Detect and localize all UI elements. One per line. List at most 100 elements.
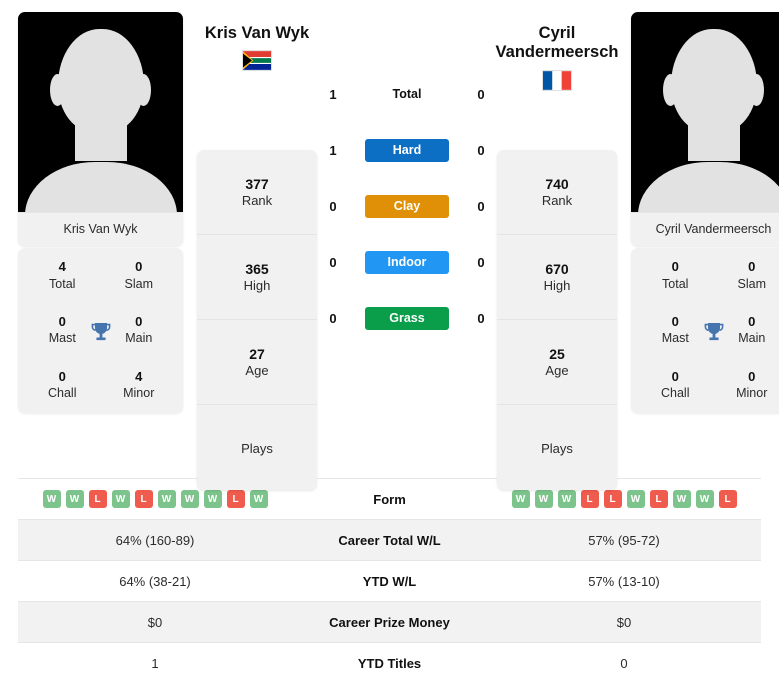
form-badge-loss: L [580,490,599,508]
right-player-avatar [631,12,779,212]
table-row-career-prize-money: $0 Career Prize Money $0 [18,601,761,642]
table-row-career-total-wl: 64% (160-89) Career Total W/L 57% (95-72… [18,519,761,560]
left-surface-indoor-value: 0 [329,254,337,270]
right-titles-minor: 0 Minor [736,368,768,401]
right-player-photo-card[interactable]: Cyril Vandermeersch [631,12,779,246]
surface-row-clay: 0 Clay 0 [317,178,497,234]
left-surface-clay-value: 0 [329,198,337,214]
right-player-heading: Cyril Vandermeersch [492,24,622,90]
right-titles-total: 0 Total [662,259,689,291]
left-player-heading: Kris Van Wyk [192,24,322,71]
right-career-total-wl: 57% (95-72) [588,532,660,548]
table-label-career-prize-money: Career Prize Money [329,614,450,630]
right-ytd-titles: 0 [620,655,628,671]
form-badge-win: W [42,490,61,508]
left-player-column: Kris Van Wyk 4 Total 0 Slam 0 Mast 0 Mai… [18,12,183,414]
surface-row-indoor: 0 Indoor 0 [317,234,497,290]
left-titles-total: 4 Total [49,259,76,291]
left-player-photo-caption: Kris Van Wyk [18,212,183,246]
form-badge-loss: L [718,490,737,508]
avatar-body-icon [637,162,779,212]
avatar-ear-right-icon [136,74,151,106]
france-flag-icon [543,70,571,90]
surface-badge-hard[interactable]: Hard [365,138,449,162]
left-stat-age: 27 Age [197,320,317,405]
form-badge-loss: L [134,490,153,508]
surface-row-grass: 0 Grass 0 [317,290,497,346]
right-player-titles-card: 0 Total 0 Slam 0 Mast 0 Main 0 Chall 0 M… [631,248,779,414]
left-titles-slam: 0 Slam [124,259,153,291]
right-player-column: Cyril Vandermeersch 0 Total 0 Slam 0 Mas… [631,12,779,414]
table-row-ytd-titles: 1 YTD Titles 0 [18,642,761,683]
right-ytd-wl: 57% (13-10) [588,573,660,589]
left-titles-chall: 0 Chall [48,368,77,401]
trophy-icon [91,322,110,340]
table-label-form: Form [373,491,406,507]
right-stat-rank: 740 Rank [497,150,617,235]
form-badge-win: W [626,490,645,508]
form-badge-win: W [65,490,84,508]
left-player-name: Kris Van Wyk [204,24,310,42]
table-row-ytd-wl: 64% (38-21) YTD W/L 57% (13-10) [18,560,761,601]
left-ytd-titles: 1 [151,655,159,671]
left-titles-minor: 4 Minor [123,368,155,401]
right-surface-clay-value: 0 [477,198,485,214]
surface-badge-clay[interactable]: Clay [365,194,449,218]
left-career-prize-money: $0 [147,614,163,630]
right-surface-indoor-value: 0 [477,254,485,270]
surface-badge-indoor[interactable]: Indoor [365,250,449,274]
right-stat-age: 25 Age [497,320,617,405]
form-badge-loss: L [88,490,107,508]
south-africa-flag-icon [243,51,271,71]
form-badge-loss: L [649,490,668,508]
avatar-ear-left-icon [663,74,678,106]
surface-badge-grass[interactable]: Grass [365,306,449,330]
surface-row-hard: 1 Hard 0 [317,122,497,178]
left-stat-card: 377 Rank 365 High 27 Age Plays [197,150,317,490]
left-stat-column: Kris Van Wyk 377 Rank 365 High 27 Age Pl… [197,24,317,490]
table-row-form: WWLWLWWWLW Form WWWLLWLWWL [18,478,761,519]
left-stat-high: 365 High [197,235,317,320]
right-stat-column: Cyril Vandermeersch 740 Rank 670 High 25 [496,24,618,490]
form-badge-loss: L [603,490,622,508]
surface-comparison-column: 1 Total 0 1 Hard 0 0 Clay 0 0 Indoor 0 0 [317,12,497,346]
player-comparison-page: Kris Van Wyk 4 Total 0 Slam 0 Mast 0 Mai… [0,0,779,699]
table-label-career-total-wl: Career Total W/L [338,532,441,548]
avatar-neck-icon [74,117,127,161]
form-badge-loss: L [226,490,245,508]
left-career-total-wl: 64% (160-89) [115,532,195,548]
surface-row-total: 1 Total 0 [317,66,497,122]
trophy-icon [704,322,723,340]
right-form-badges: WWWLLWLWWL [487,490,761,508]
left-form-badges: WWLWLWWWLW [18,490,292,508]
right-stat-high: 670 High [497,235,617,320]
left-surface-hard-value: 1 [329,142,337,158]
form-badge-win: W [203,490,222,508]
right-player-name: Cyril Vandermeersch [495,24,619,62]
table-label-ytd-titles: YTD Titles [357,655,422,671]
form-badge-win: W [180,490,199,508]
form-badge-win: W [672,490,691,508]
form-badge-win: W [249,490,268,508]
left-player-titles-card: 4 Total 0 Slam 0 Mast 0 Main 0 Chall 4 M… [18,248,183,414]
right-surface-grass-value: 0 [477,310,485,326]
left-player-avatar [18,12,183,212]
form-badge-win: W [695,490,714,508]
left-surface-grass-value: 0 [329,310,337,326]
avatar-body-icon [24,162,177,212]
right-stat-card: 740 Rank 670 High 25 Age Plays [497,150,617,490]
right-titles-chall: 0 Chall [661,368,690,401]
right-surface-hard-value: 0 [477,142,485,158]
table-label-ytd-wl: YTD W/L [362,573,417,589]
surface-label-total: Total [392,87,422,101]
comparison-table: WWLWLWWWLW Form WWWLLWLWWL 64% (160-89) … [0,478,779,683]
left-surface-total-value: 1 [329,86,337,102]
avatar-ear-left-icon [50,74,65,106]
left-stat-plays: Plays [241,440,273,456]
right-titles-slam: 0 Slam [737,259,766,291]
right-stat-plays: Plays [541,440,573,456]
form-badge-win: W [111,490,130,508]
left-stat-rank: 377 Rank [197,150,317,235]
left-player-photo-card[interactable]: Kris Van Wyk [18,12,183,246]
avatar-ear-right-icon [749,74,764,106]
